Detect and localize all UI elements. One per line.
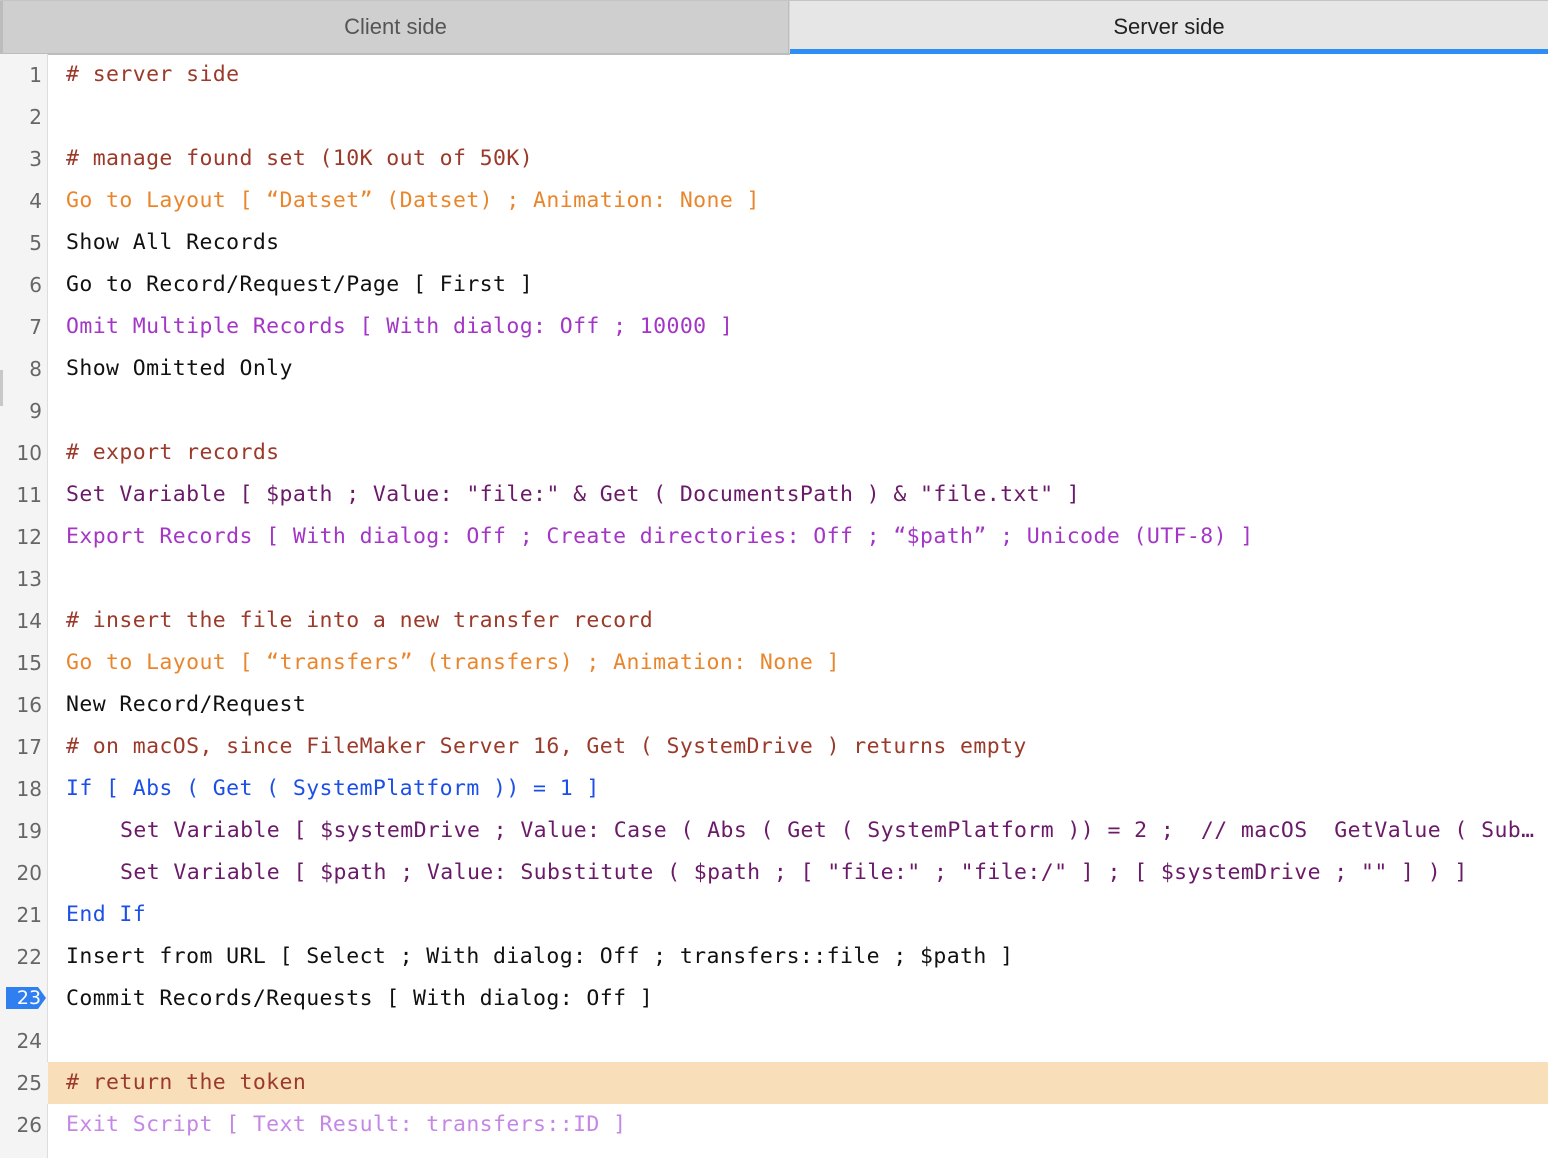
line-number: 6 xyxy=(29,273,42,297)
script-step-text: End If xyxy=(66,902,147,927)
line-number: 19 xyxy=(16,819,42,843)
script-line[interactable]: 14 # insert the file into a new transfer … xyxy=(0,600,1548,642)
line-number: 25 xyxy=(0,1062,48,1104)
script-line[interactable]: 8 Show Omitted Only xyxy=(0,348,1548,390)
line-number: 1 xyxy=(29,63,42,87)
line-number: 3 xyxy=(29,147,42,171)
script-step-text: Commit Records/Requests [ With dialog: O… xyxy=(66,986,654,1011)
line-number: 9 xyxy=(29,399,42,423)
script-line[interactable]: 22 Insert from URL [ Select ; With dialog… xyxy=(0,936,1548,978)
line-number: 20 xyxy=(16,861,42,885)
script-step-text: Set Variable [ $path ; Value: Substitute… xyxy=(120,860,1468,885)
script-line[interactable]: 10 # export records xyxy=(0,432,1548,474)
script-step-text: Exit Script [ Text Result: transfers::ID… xyxy=(66,1112,627,1137)
line-number: 16 xyxy=(16,693,42,717)
script-line[interactable]: 18 If [ Abs ( Get ( SystemPlatform )) = 1… xyxy=(0,768,1548,810)
script-line[interactable]: 11 Set Variable [ $path ; Value: "file:" … xyxy=(0,474,1548,516)
script-step-text: # insert the file into a new transfer re… xyxy=(66,608,654,633)
script-line[interactable]: 6 Go to Record/Request/Page [ First ] xyxy=(0,264,1548,306)
script-step-text: # export records xyxy=(66,440,280,465)
line-number: 17 xyxy=(16,735,42,759)
tab-server-side[interactable]: Server side xyxy=(790,1,1548,53)
line-number: 4 xyxy=(29,189,42,213)
line-number: 10 xyxy=(16,441,42,465)
line-number: 26 xyxy=(16,1113,42,1137)
script-step-text: # return the token xyxy=(66,1070,307,1095)
line-number: 7 xyxy=(29,315,42,339)
script-step-text: Go to Layout [ “transfers” (transfers) ;… xyxy=(66,650,840,675)
line-number: 15 xyxy=(16,651,42,675)
line-number: 22 xyxy=(16,945,42,969)
line-number: 21 xyxy=(16,903,42,927)
line-number: 11 xyxy=(16,483,42,507)
script-line[interactable]: 16 New Record/Request xyxy=(0,684,1548,726)
line-number: 5 xyxy=(29,231,42,255)
current-line-indicator: 23 xyxy=(0,978,48,1020)
script-line[interactable]: 12 Export Records [ With dialog: Off ; Cr… xyxy=(0,516,1548,558)
script-step-text: Insert from URL [ Select ; With dialog: … xyxy=(66,944,1014,969)
line-number: 8 xyxy=(29,357,42,381)
script-line[interactable]: 24 xyxy=(0,1020,1548,1062)
script-step-text: Show Omitted Only xyxy=(66,356,293,381)
script-line[interactable]: 21 End If xyxy=(0,894,1548,936)
line-number: 13 xyxy=(16,567,42,591)
line-number: 14 xyxy=(16,609,42,633)
tab-bar: Client side Server side xyxy=(0,0,1548,55)
script-line[interactable]: 3 # manage found set (10K out of 50K) xyxy=(0,138,1548,180)
script-step-text: Set Variable [ $systemDrive ; Value: Cas… xyxy=(120,818,1548,843)
script-line[interactable]: 9 xyxy=(0,390,1548,432)
script-step-text: Go to Layout [ “Datset” (Datset) ; Anima… xyxy=(66,188,760,213)
script-line[interactable]: 19 Set Variable [ $systemDrive ; Value: C… xyxy=(0,810,1548,852)
script-line[interactable]: 20 Set Variable [ $path ; Value: Substitu… xyxy=(0,852,1548,894)
script-step-text: # manage found set (10K out of 50K) xyxy=(66,146,534,171)
line-number: 12 xyxy=(16,525,42,549)
script-line[interactable]: 15 Go to Layout [ “transfers” (transfers)… xyxy=(0,642,1548,684)
script-step-text: Show All Records xyxy=(66,230,280,255)
script-step-text: # server side xyxy=(66,62,240,87)
script-line[interactable]: 7 Omit Multiple Records [ With dialog: Of… xyxy=(0,306,1548,348)
script-step-text: If [ Abs ( Get ( SystemPlatform )) = 1 ] xyxy=(66,776,600,801)
script-line[interactable]: 4 Go to Layout [ “Datset” (Datset) ; Anim… xyxy=(0,180,1548,222)
script-step-text: Omit Multiple Records [ With dialog: Off… xyxy=(66,314,734,339)
script-line[interactable]: 1 # server side xyxy=(0,54,1548,96)
script-step-text: Export Records [ With dialog: Off ; Crea… xyxy=(66,524,1254,549)
script-line[interactable]: 17 # on macOS, since FileMaker Server 16,… xyxy=(0,726,1548,768)
script-step-text: Set Variable [ $path ; Value: "file:" & … xyxy=(66,482,1081,507)
script-line[interactable]: 5 Show All Records xyxy=(0,222,1548,264)
current-line-number: 23 xyxy=(16,987,42,1009)
script-line[interactable]: 13 xyxy=(0,558,1548,600)
script-step-text: # on macOS, since FileMaker Server 16, G… xyxy=(66,734,1027,759)
script-line[interactable]: 26 Exit Script [ Text Result: transfers::… xyxy=(0,1104,1548,1146)
script-line[interactable]: 2 xyxy=(0,96,1548,138)
script-step-text: Go to Record/Request/Page [ First ] xyxy=(66,272,534,297)
line-number: 18 xyxy=(16,777,42,801)
line-number: 24 xyxy=(16,1029,42,1053)
script-line[interactable]: 23 Commit Records/Requests [ With dialog:… xyxy=(0,978,1548,1020)
line-number: 2 xyxy=(29,105,42,129)
script-step-text: New Record/Request xyxy=(66,692,307,717)
script-line[interactable]: 25 # return the token xyxy=(0,1062,1548,1104)
tab-client-side[interactable]: Client side xyxy=(0,1,789,53)
current-step-arrow-icon: 23 xyxy=(6,987,46,1009)
